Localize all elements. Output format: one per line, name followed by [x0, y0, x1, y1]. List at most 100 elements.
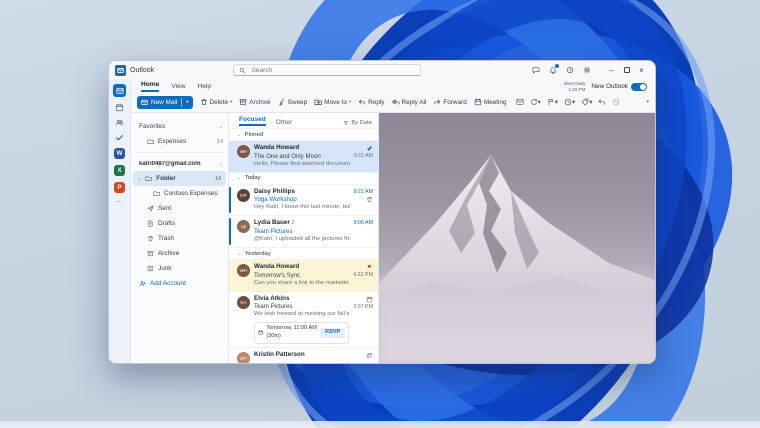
- close-button[interactable]: ×: [634, 63, 649, 77]
- tab-home[interactable]: Home: [141, 81, 159, 92]
- forward-button[interactable]: Forward: [433, 98, 466, 106]
- excel-icon[interactable]: X: [114, 165, 125, 176]
- mountain-photo: [379, 113, 655, 363]
- new-outlook-toggle[interactable]: [631, 83, 647, 91]
- move-folder-icon: [314, 98, 322, 106]
- reading-pane-photo: [379, 113, 655, 363]
- reply-icon: [358, 98, 366, 106]
- message-row[interactable]: KP Kristin Patterson: [229, 348, 378, 363]
- calendar-icon: [258, 329, 263, 336]
- folder-contoso-expenses[interactable]: Contoso Expenses: [131, 186, 228, 201]
- history-icon[interactable]: [566, 66, 574, 74]
- group-today[interactable]: ⌄Today: [229, 173, 378, 185]
- avatar: WH: [237, 264, 250, 277]
- group-pinned[interactable]: ⌄Pinned: [229, 129, 378, 141]
- block-icon[interactable]: [612, 98, 620, 106]
- rsvp-button[interactable]: RSVP: [320, 328, 345, 338]
- event-chip: Tomorrow, 11:00 AM (30m) RSVP: [254, 322, 349, 343]
- word-icon[interactable]: W: [114, 148, 125, 159]
- message-row[interactable]: DP Daisy Phillips Yoga Workshop Hey Katr…: [229, 185, 378, 217]
- message-row[interactable]: LB Lydia Bauer 2 Team Pictures @Katri, I…: [229, 216, 378, 248]
- add-account-button[interactable]: Add Account: [131, 276, 228, 291]
- minimize-button[interactable]: –: [604, 63, 619, 77]
- new-mail-button[interactable]: New Mail ▾: [137, 96, 193, 109]
- archive-icon: [147, 250, 154, 257]
- calendar-icon[interactable]: [115, 103, 124, 112]
- avatar: EA: [237, 296, 250, 309]
- avatar: LB: [237, 220, 250, 233]
- folder-selected[interactable]: ⌄ Folder 14: [133, 171, 226, 186]
- command-bar: New Mail ▾ Delete▾ Archive Sweep M: [131, 92, 655, 112]
- snooze-clock-icon[interactable]: ▾: [564, 98, 575, 106]
- folder-sent[interactable]: Sent: [131, 201, 228, 216]
- notifications-bell-icon[interactable]: [549, 66, 557, 74]
- maximize-button[interactable]: [619, 63, 634, 77]
- group-yesterday[interactable]: ⌄Yesterday: [229, 248, 378, 260]
- filter-icon: [343, 120, 349, 126]
- folder-junk[interactable]: Junk: [131, 261, 228, 276]
- tab-view[interactable]: View: [171, 83, 185, 92]
- flag-icon[interactable]: [366, 264, 373, 271]
- trash-icon: [200, 98, 208, 106]
- folder-expenses[interactable]: Expenses 14: [131, 134, 228, 149]
- outlook-window: Outlook – ×: [108, 60, 656, 364]
- move-to-button[interactable]: Move to▾: [314, 98, 351, 106]
- avatar: WH: [237, 145, 250, 158]
- junk-icon: [147, 265, 154, 272]
- people-icon[interactable]: [115, 118, 124, 127]
- sync-icon[interactable]: ▾: [530, 98, 541, 106]
- undo-icon[interactable]: [598, 98, 606, 106]
- folder-icon: [153, 190, 160, 197]
- folder-trash[interactable]: Trash: [131, 231, 228, 246]
- search-input[interactable]: [250, 66, 415, 75]
- pin-icon[interactable]: [366, 145, 373, 152]
- folder-drafts[interactable]: Drafts: [131, 216, 228, 231]
- forward-icon: [433, 98, 441, 106]
- conversation-count: 2: [292, 220, 295, 226]
- sort-by-date[interactable]: By Date: [343, 120, 372, 126]
- folder-icon: [147, 138, 154, 145]
- tab-help[interactable]: Help: [198, 83, 212, 92]
- search-box[interactable]: [233, 64, 421, 76]
- reply-button[interactable]: Reply: [358, 98, 384, 106]
- unread-bar: [229, 218, 231, 245]
- sweep-button[interactable]: Sweep: [278, 98, 308, 106]
- sent-plane-icon: [147, 205, 154, 212]
- mail-icon[interactable]: [113, 84, 126, 97]
- calendar-icon: [366, 296, 373, 303]
- reply-all-button[interactable]: Reply All: [392, 98, 427, 106]
- notification-dot: [555, 64, 559, 68]
- categorize-tag-icon[interactable]: ▾: [581, 98, 592, 106]
- tab-focused[interactable]: Focused: [239, 116, 266, 126]
- delete-hover-icon[interactable]: [366, 196, 373, 203]
- flag-icon[interactable]: ▾: [547, 98, 558, 106]
- powerpoint-icon[interactable]: P: [114, 182, 125, 193]
- meeting-button[interactable]: Meeting: [474, 98, 507, 106]
- avatar: KP: [237, 352, 250, 363]
- todo-check-icon[interactable]: [115, 133, 124, 142]
- meeting-calendar-icon: [474, 98, 482, 106]
- overflow-chevron-icon[interactable]: ▾: [646, 99, 649, 105]
- delete-button[interactable]: Delete▾: [200, 98, 233, 106]
- chat-icon[interactable]: [532, 66, 540, 74]
- search-icon: [239, 67, 246, 74]
- mark-read-icon[interactable]: [516, 98, 524, 106]
- archive-icon: [239, 98, 247, 106]
- settings-gear-icon[interactable]: [583, 66, 591, 74]
- folder-archive[interactable]: Archive: [131, 246, 228, 261]
- divider: [135, 152, 224, 153]
- message-row[interactable]: WH Wanda Howard Tomorrow's Sync Can you …: [229, 260, 378, 292]
- archive-button[interactable]: Archive: [239, 98, 270, 106]
- more-apps-icon[interactable]: …: [116, 199, 123, 202]
- ribbon: Home View Help Meet Daily 1:20 PM New Ou…: [131, 79, 655, 113]
- desktop: Outlook – ×: [0, 0, 760, 428]
- meeting-hint[interactable]: Meet Daily 1:20 PM: [564, 81, 586, 92]
- message-row[interactable]: EA Elvia Atkins Team Pictures We look fo…: [229, 292, 378, 348]
- favorites-header[interactable]: Favorites⌄: [131, 119, 228, 134]
- attachment-icon: [366, 352, 373, 359]
- app-title: Outlook: [130, 67, 154, 74]
- account-header[interactable]: katri0487@gmail.com⌄: [131, 156, 228, 171]
- message-row[interactable]: WH Wanda Howard The One and Only Moon He…: [229, 141, 378, 173]
- folder-icon: [145, 175, 152, 182]
- tab-other[interactable]: Other: [276, 119, 292, 126]
